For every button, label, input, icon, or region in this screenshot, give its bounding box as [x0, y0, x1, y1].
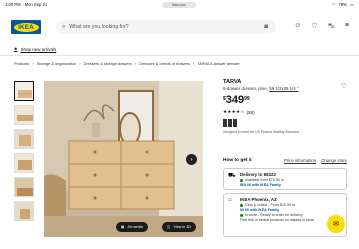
product-price: $ 349 99: [223, 95, 347, 106]
product-desc-text: 6-drawer dresser, pine,: [223, 86, 268, 91]
price-information-link[interactable]: Price information: [284, 158, 316, 163]
store-line2: In store - Ready to order for delivery: [245, 213, 303, 217]
delivery-line: Available from $79.00 or: [245, 178, 284, 182]
all-media-label: All media: [127, 225, 143, 229]
gallery-icon: ▦: [121, 225, 125, 229]
truck-icon: ⛟: [228, 173, 236, 179]
product-name: TARVA: [223, 79, 242, 85]
stability-note: Designed to meet the US Federal Stabilit…: [223, 130, 299, 134]
breadcrumb-item[interactable]: Dressers & storage drawers: [84, 61, 132, 66]
thumbnail[interactable]: [14, 105, 34, 125]
store-title: IKEA Phoenix, AZ: [240, 197, 277, 202]
shop-new-label: Shop new arrivals: [20, 46, 57, 52]
delivery-option[interactable]: ⛟ Delivery to 86322 Available from $79.0…: [223, 168, 347, 190]
thumbnail[interactable]: [14, 81, 34, 101]
thumbnail-strip: [14, 81, 36, 225]
favorite-heart-icon[interactable]: ♡: [341, 82, 347, 90]
view-3d-label: View in 3D: [173, 225, 192, 229]
breadcrumb: Products › Storage & organization › Dresse…: [14, 61, 240, 66]
delivery-title: Delivery to 86322: [240, 172, 276, 177]
chat-button[interactable]: ✉: [327, 215, 345, 233]
how-to-title: How to get it: [223, 158, 252, 163]
all-media-button[interactable]: ▦ All media: [116, 222, 148, 232]
how-to-get-it: How to get it Price information Change s…: [223, 158, 347, 163]
chevron-right-icon: ›: [190, 156, 193, 163]
store-line3: Find this or similar products on display…: [240, 218, 314, 222]
status-time: 1:00 PM: [5, 2, 21, 7]
battery-level: 78%: [338, 2, 348, 7]
delivery-family-price: $69.00 with IKEA Family: [240, 183, 282, 187]
store-icon: ⌂: [228, 197, 232, 203]
view-in-3d-button[interactable]: ◫ View in 3D: [162, 222, 197, 232]
available-dot-icon: [240, 203, 243, 207]
status-date: Mon Sep 21: [24, 2, 48, 7]
url-text: ikea.com: [172, 2, 186, 7]
search-placeholder: What are you looking for?: [69, 24, 129, 30]
breadcrumb-item[interactable]: Storage & organization: [37, 61, 77, 66]
stability-badge-icon: [223, 119, 237, 127]
next-image-button[interactable]: ›: [186, 154, 197, 165]
battery-icon: ▭: [350, 2, 354, 7]
thumbnail[interactable]: [14, 177, 34, 197]
cart-icon[interactable]: ⛍: [328, 22, 335, 31]
change-store-link[interactable]: Change store: [321, 158, 347, 163]
available-dot-icon: [240, 213, 243, 217]
cube-icon: ◫: [167, 225, 171, 229]
price-cents: 99: [244, 96, 250, 102]
logo-text: IKEA: [18, 23, 34, 31]
search-input[interactable]: ⌕ What are you looking for? ◙: [56, 20, 276, 34]
user-icon[interactable]: ☺: [294, 22, 301, 31]
store-family-price: $9.00 with IKEA Family: [240, 208, 280, 212]
thumbnail[interactable]: [14, 201, 34, 221]
ikea-logo[interactable]: IKEA: [11, 20, 41, 34]
search-icon: ⌕: [62, 23, 66, 30]
tag-icon: ◈: [14, 46, 18, 51]
shop-new-arrivals-link[interactable]: ◈ Shop new arrivals: [14, 46, 56, 52]
available-dot-icon: [240, 178, 243, 182]
breadcrumb-item[interactable]: Products: [14, 61, 29, 66]
site-header: IKEA ⌕ What are you looking for? ◙ ☺ ♡ ⛍…: [0, 12, 359, 42]
menu-icon[interactable]: ≡: [345, 22, 349, 31]
chat-icon: ✉: [333, 221, 339, 228]
heart-icon[interactable]: ♡: [311, 22, 317, 31]
store-option[interactable]: ⌂ IKEA Phoenix, AZ Click & collect - Fro…: [223, 193, 347, 237]
rating-count: (58): [246, 109, 255, 115]
camera-icon[interactable]: ◙: [264, 24, 268, 30]
header-divider: [0, 55, 359, 56]
breadcrumb-item[interactable]: Dressers & chests of drawers: [139, 61, 190, 66]
product-info: TARVA 6-drawer dresser, pine, 59 1/2x36 …: [223, 79, 347, 134]
product-description: 6-drawer dresser, pine, 59 1/2x36 1/4 ": [223, 86, 347, 91]
price-dollars: 349: [225, 94, 245, 106]
breadcrumb-item[interactable]: TARVA 6-drawer dresser: [197, 61, 240, 66]
star-rating-icon: ★★★★☆: [223, 109, 245, 114]
product-main-image[interactable]: › ▦ All media ◫ View in 3D: [44, 81, 203, 237]
product-dimensions[interactable]: 59 1/2x36 1/4 ": [269, 86, 298, 91]
wifi-icon: ◠: [331, 2, 336, 7]
store-line1: Click & collect - From $10.00 or: [245, 203, 296, 207]
thumbnail[interactable]: [14, 129, 34, 149]
url-bar[interactable]: ikea.com: [162, 1, 196, 8]
product-rating[interactable]: ★★★★☆ (58): [223, 109, 347, 115]
thumbnail[interactable]: [14, 153, 34, 173]
